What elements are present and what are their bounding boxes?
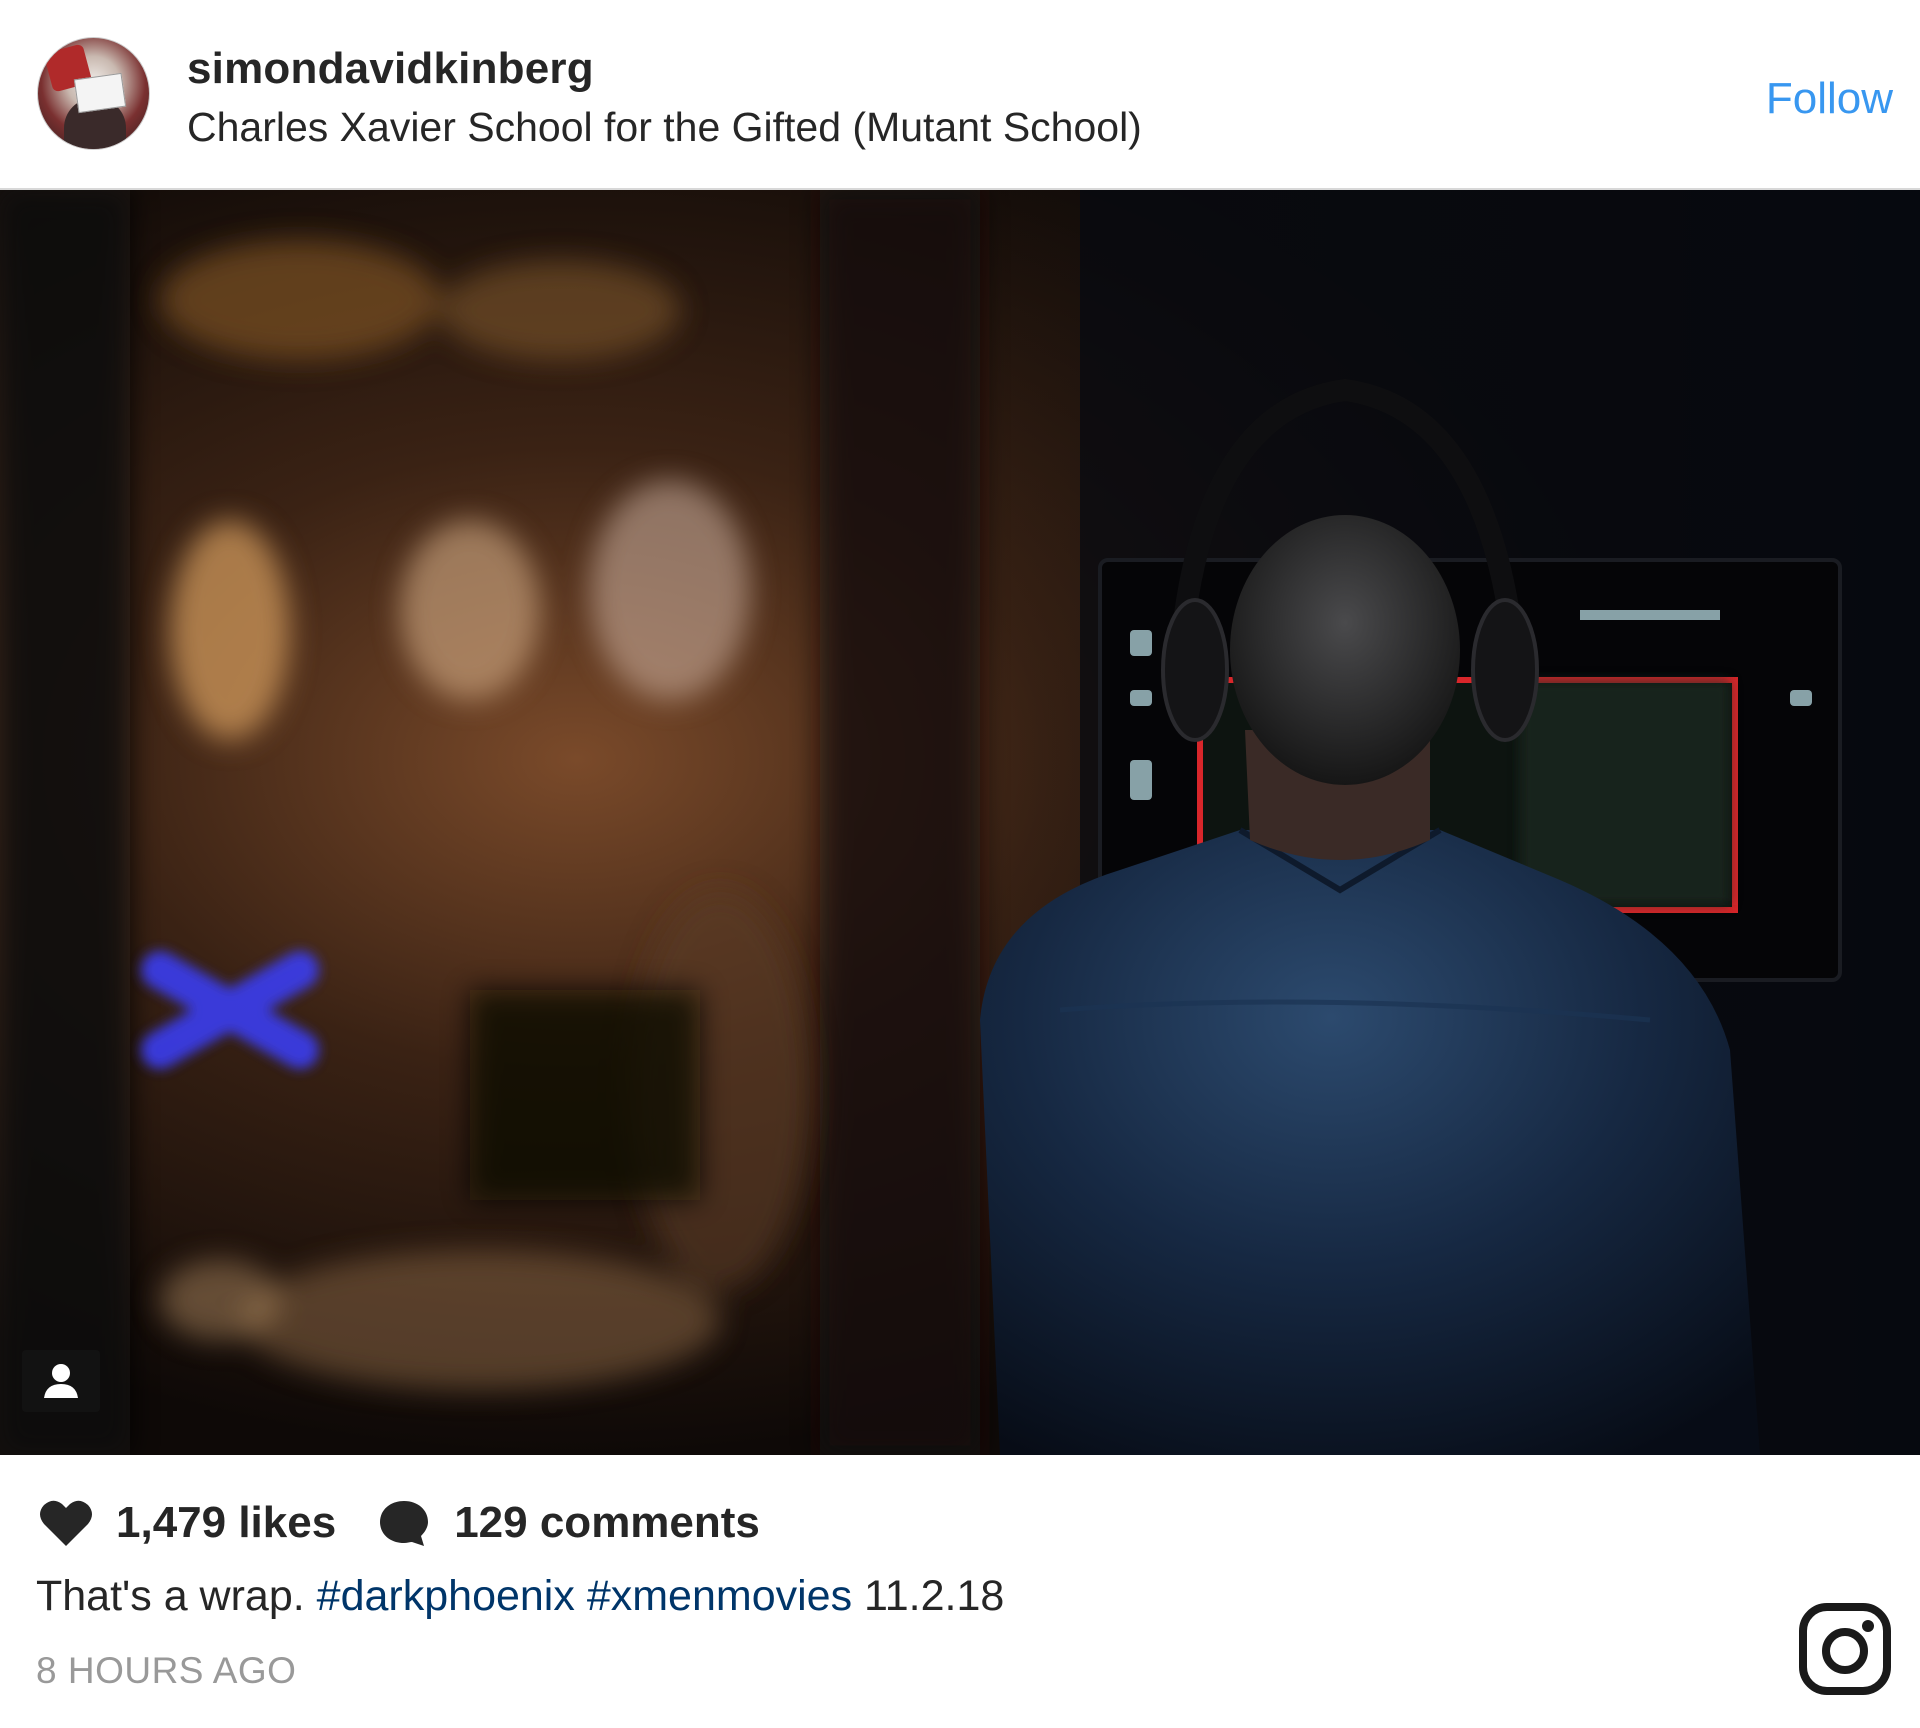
avatar[interactable]: [37, 37, 150, 150]
post-header: simondavidkinberg Charles Xavier School …: [0, 0, 1920, 190]
heart-icon[interactable]: [38, 1498, 94, 1548]
caption-date: 11.2.18: [864, 1572, 1005, 1620]
hashtag-darkphoenix[interactable]: #darkphoenix: [317, 1572, 575, 1620]
comments-count[interactable]: 129 comments: [454, 1498, 760, 1548]
comment-bubble-icon[interactable]: [376, 1498, 432, 1548]
post-timestamp[interactable]: 8 HOURS AGO: [36, 1650, 296, 1692]
post-caption: That's a wrap. #darkphoenix #xmenmovies …: [36, 1572, 1004, 1621]
post-stats: 1,479 likes 129 comments: [38, 1497, 800, 1549]
hashtag-xmenmovies[interactable]: #xmenmovies: [587, 1572, 852, 1620]
likes-count[interactable]: 1,479 likes: [116, 1498, 336, 1548]
location-link[interactable]: Charles Xavier School for the Gifted (Mu…: [187, 104, 1142, 151]
instagram-post: simondavidkinberg Charles Xavier School …: [0, 0, 1920, 1728]
post-photo[interactable]: [0, 190, 1920, 1455]
instagram-logo-icon[interactable]: [1797, 1601, 1893, 1697]
follow-button[interactable]: Follow: [1766, 74, 1893, 124]
username[interactable]: simondavidkinberg: [187, 44, 594, 94]
caption-text: That's a wrap.: [36, 1572, 305, 1620]
person-tag-icon[interactable]: [22, 1350, 100, 1412]
